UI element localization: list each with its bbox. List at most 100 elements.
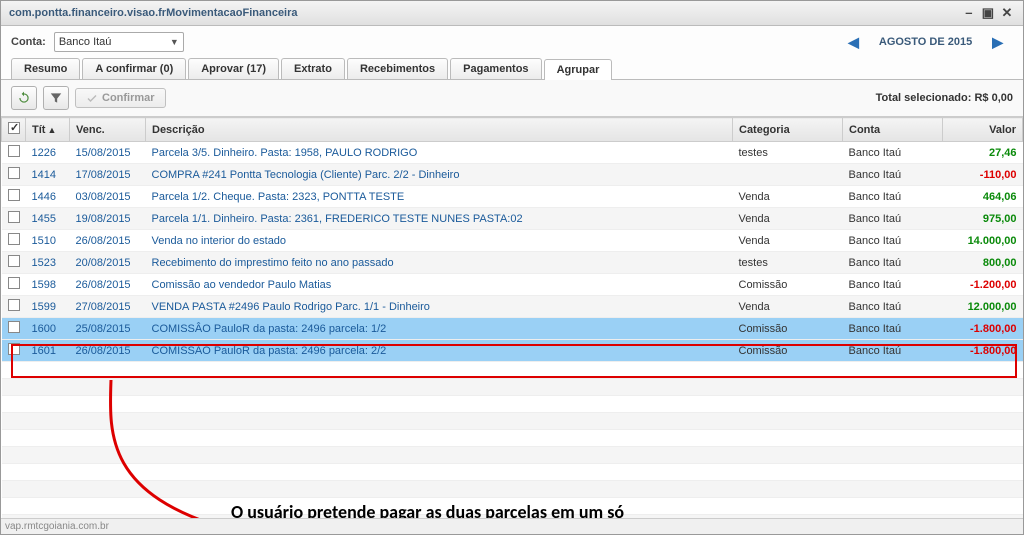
refresh-button[interactable] — [11, 86, 37, 110]
col-header-tit[interactable]: Tít▲ — [26, 118, 70, 142]
cell-valor: -1.800,00 — [943, 318, 1023, 340]
cell-valor: 12.000,00 — [943, 296, 1023, 318]
conta-value: Banco Itaú — [59, 36, 112, 48]
cell-venc: 15/08/2015 — [70, 142, 146, 164]
titlebar: com.pontta.financeiro.visao.frMovimentac… — [1, 1, 1023, 26]
cell-conta: Banco Itaú — [843, 186, 943, 208]
cell-cat: Venda — [733, 230, 843, 252]
cell-tit: 1414 — [26, 164, 70, 186]
cell-cat: Comissão — [733, 340, 843, 362]
cell-cat: Venda — [733, 208, 843, 230]
empty-row — [2, 396, 1023, 413]
table-row[interactable]: 122615/08/2015Parcela 3/5. Dinheiro. Pas… — [2, 142, 1023, 164]
table-row[interactable]: 145519/08/2015Parcela 1/1. Dinheiro. Pas… — [2, 208, 1023, 230]
empty-row — [2, 413, 1023, 430]
cell-desc: COMISSÂO PauloR da pasta: 2496 parcela: … — [146, 318, 733, 340]
row-checkbox[interactable] — [8, 167, 20, 179]
cell-cat: Venda — [733, 186, 843, 208]
cell-valor: 14.000,00 — [943, 230, 1023, 252]
filter-button[interactable] — [43, 86, 69, 110]
cell-venc: 03/08/2015 — [70, 186, 146, 208]
transactions-table: ✓ Tít▲ Venc. Descrição Categoria Conta V… — [1, 117, 1023, 518]
table-row[interactable]: 144603/08/2015Parcela 1/2. Cheque. Pasta… — [2, 186, 1023, 208]
cell-conta: Banco Itaú — [843, 252, 943, 274]
row-checkbox[interactable] — [8, 299, 20, 311]
row-checkbox[interactable] — [8, 321, 20, 333]
confirm-button[interactable]: Confirmar — [75, 88, 166, 108]
cell-desc: VENDA PASTA #2496 Paulo Rodrigo Parc. 1/… — [146, 296, 733, 318]
cell-cat: testes — [733, 252, 843, 274]
table-row[interactable]: 159826/08/2015Comissão ao vendedor Paulo… — [2, 274, 1023, 296]
col-header-desc[interactable]: Descrição — [146, 118, 733, 142]
table-row[interactable]: 152320/08/2015Recebimento do imprestimo … — [2, 252, 1023, 274]
row-checkbox[interactable] — [8, 211, 20, 223]
empty-row — [2, 379, 1023, 396]
close-button[interactable]: ✕ — [999, 5, 1015, 21]
row-checkbox[interactable] — [8, 277, 20, 289]
cell-valor: 800,00 — [943, 252, 1023, 274]
cell-venc: 20/08/2015 — [70, 252, 146, 274]
cell-cat: Comissão — [733, 274, 843, 296]
grid[interactable]: ✓ Tít▲ Venc. Descrição Categoria Conta V… — [1, 117, 1023, 518]
cell-tit: 1601 — [26, 340, 70, 362]
col-header-valor[interactable]: Valor — [943, 118, 1023, 142]
row-checkbox[interactable] — [8, 189, 20, 201]
tab-resumo[interactable]: Resumo — [11, 58, 80, 79]
table-row[interactable]: 141417/08/2015COMPRA #241 Pontta Tecnolo… — [2, 164, 1023, 186]
row-checkbox[interactable] — [8, 233, 20, 245]
cell-desc: Comissão ao vendedor Paulo Matias — [146, 274, 733, 296]
prev-month-button[interactable]: ◀ — [848, 34, 859, 51]
app-window: com.pontta.financeiro.visao.frMovimentac… — [0, 0, 1024, 535]
conta-combo[interactable]: Banco Itaú ▼ — [54, 32, 184, 52]
tab-agrupar[interactable]: Agrupar — [544, 59, 613, 80]
cell-conta: Banco Itaú — [843, 230, 943, 252]
tab-recebimentos[interactable]: Recebimentos — [347, 58, 448, 79]
cell-valor: -1.200,00 — [943, 274, 1023, 296]
confirm-label: Confirmar — [102, 92, 155, 104]
row-checkbox[interactable] — [8, 343, 20, 355]
col-header-venc[interactable]: Venc. — [70, 118, 146, 142]
account-row: Conta: Banco Itaú ▼ ◀ AGOSTO DE 2015 ▶ — [1, 26, 1023, 52]
table-row[interactable]: 160025/08/2015COMISSÂO PauloR da pasta: … — [2, 318, 1023, 340]
cell-venc: 27/08/2015 — [70, 296, 146, 318]
cell-tit: 1598 — [26, 274, 70, 296]
empty-row — [2, 464, 1023, 481]
tab-pagamentos[interactable]: Pagamentos — [450, 58, 541, 79]
cell-cat: Venda — [733, 296, 843, 318]
cell-desc: Parcela 1/1. Dinheiro. Pasta: 2361, FRED… — [146, 208, 733, 230]
row-checkbox[interactable] — [8, 145, 20, 157]
table-row[interactable]: 151026/08/2015Venda no interior do estad… — [2, 230, 1023, 252]
total-selected: Total selecionado: R$ 0,00 — [876, 92, 1013, 104]
cell-valor: -110,00 — [943, 164, 1023, 186]
table-row[interactable]: 159927/08/2015VENDA PASTA #2496 Paulo Ro… — [2, 296, 1023, 318]
cell-desc: COMISSÂO PauloR da pasta: 2496 parcela: … — [146, 340, 733, 362]
tab-a-confirmar[interactable]: A confirmar (0) — [82, 58, 186, 79]
tab-aprovar[interactable]: Aprovar (17) — [188, 58, 279, 79]
cell-desc: Venda no interior do estado — [146, 230, 733, 252]
col-header-conta[interactable]: Conta — [843, 118, 943, 142]
col-header-check[interactable]: ✓ — [2, 118, 26, 142]
cell-venc: 26/08/2015 — [70, 230, 146, 252]
cell-desc: Parcela 1/2. Cheque. Pasta: 2323, PONTTA… — [146, 186, 733, 208]
next-month-button[interactable]: ▶ — [992, 34, 1003, 51]
cell-conta: Banco Itaú — [843, 318, 943, 340]
cell-tit: 1455 — [26, 208, 70, 230]
maximize-button[interactable]: ▣ — [980, 5, 996, 21]
row-checkbox[interactable] — [8, 255, 20, 267]
cell-conta: Banco Itaú — [843, 142, 943, 164]
tab-extrato[interactable]: Extrato — [281, 58, 345, 79]
filter-icon — [49, 91, 63, 105]
cell-valor: 27,46 — [943, 142, 1023, 164]
cell-tit: 1599 — [26, 296, 70, 318]
annotation-text: O usuário pretende pagar as duas parcela… — [231, 502, 681, 518]
cell-cat — [733, 164, 843, 186]
cell-tit: 1226 — [26, 142, 70, 164]
col-header-cat[interactable]: Categoria — [733, 118, 843, 142]
minimize-button[interactable]: – — [961, 5, 977, 20]
cell-venc: 19/08/2015 — [70, 208, 146, 230]
table-row[interactable]: 160126/08/2015COMISSÂO PauloR da pasta: … — [2, 340, 1023, 362]
cell-tit: 1446 — [26, 186, 70, 208]
empty-row — [2, 430, 1023, 447]
chevron-down-icon: ▼ — [170, 37, 179, 47]
cell-venc: 26/08/2015 — [70, 274, 146, 296]
